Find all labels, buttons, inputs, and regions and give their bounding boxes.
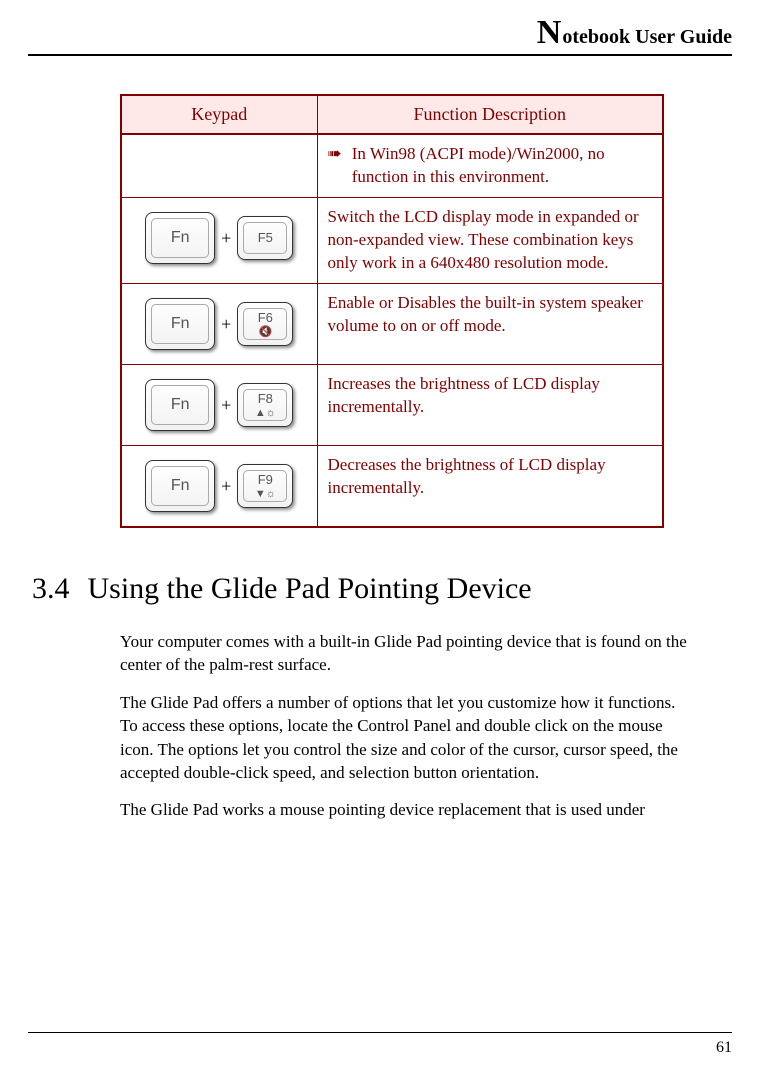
desc-text: In Win98 (ACPI mode)/Win2000, no functio…: [352, 143, 652, 189]
header-initial: N: [537, 14, 562, 52]
plus-symbol: +: [221, 474, 231, 498]
table-row: Fn + F6 🔇 Enable or Disables the built-i…: [121, 283, 663, 364]
desc-cell: ➠ In Win98 (ACPI mode)/Win2000, no funct…: [317, 134, 663, 197]
th-description: Function Description: [317, 95, 663, 134]
page-header: N otebook User Guide: [28, 14, 732, 56]
fn-key-icon: Fn: [145, 460, 215, 512]
desc-cell: Decreases the brightness of LCD display …: [317, 445, 663, 527]
mute-icon: 🔇: [258, 327, 272, 338]
plus-symbol: +: [221, 226, 231, 250]
table-row: Fn + F5 Switch the LCD display mode in e…: [121, 197, 663, 283]
th-keypad: Keypad: [121, 95, 317, 134]
keypad-cell: Fn + F5: [121, 197, 317, 283]
f8-key-icon: F8 ▲☼: [237, 383, 293, 427]
plus-symbol: +: [221, 312, 231, 336]
keypad-cell: Fn + F6 🔇: [121, 283, 317, 364]
arrow-icon: ➠: [328, 143, 342, 189]
paragraph: Your computer comes with a built-in Glid…: [120, 630, 690, 677]
page-footer: 61: [28, 1032, 732, 1057]
section-title: Using the Glide Pad Pointing Device: [88, 572, 532, 606]
keypad-cell: Fn + F8 ▲☼: [121, 364, 317, 445]
desc-cell: Switch the LCD display mode in expanded …: [317, 197, 663, 283]
table-row: Fn + F8 ▲☼ Increases the brightness of L…: [121, 364, 663, 445]
page-content: Keypad Function Description ➠ In Win98 (…: [28, 56, 732, 822]
f9-key-icon: F9 ▼☼: [237, 464, 293, 508]
table-row: ➠ In Win98 (ACPI mode)/Win2000, no funct…: [121, 134, 663, 197]
f5-key-icon: F5: [237, 216, 293, 260]
f6-key-icon: F6 🔇: [237, 302, 293, 346]
desc-cell: Increases the brightness of LCD display …: [317, 364, 663, 445]
body-text: Your computer comes with a built-in Glid…: [120, 630, 690, 822]
fn-key-icon: Fn: [145, 298, 215, 350]
keypad-cell-empty: [121, 134, 317, 197]
paragraph: The Glide Pad works a mouse pointing dev…: [120, 798, 690, 821]
plus-symbol: +: [221, 393, 231, 417]
section-number: 3.4: [32, 572, 70, 606]
header-title-rest: otebook User Guide: [562, 26, 732, 49]
brightness-down-icon: ▼☼: [255, 489, 276, 500]
table-header-row: Keypad Function Description: [121, 95, 663, 134]
brightness-up-icon: ▲☼: [255, 408, 276, 419]
page-number: 61: [716, 1039, 732, 1056]
table-row: Fn + F9 ▼☼ Decreases the brightness of L…: [121, 445, 663, 527]
keypad-cell: Fn + F9 ▼☼: [121, 445, 317, 527]
paragraph: The Glide Pad offers a number of options…: [120, 691, 690, 785]
function-key-table: Keypad Function Description ➠ In Win98 (…: [120, 94, 664, 528]
fn-key-icon: Fn: [145, 379, 215, 431]
desc-cell: Enable or Disables the built-in system s…: [317, 283, 663, 364]
fn-key-icon: Fn: [145, 212, 215, 264]
section-heading: 3.4 Using the Glide Pad Pointing Device: [28, 572, 732, 606]
